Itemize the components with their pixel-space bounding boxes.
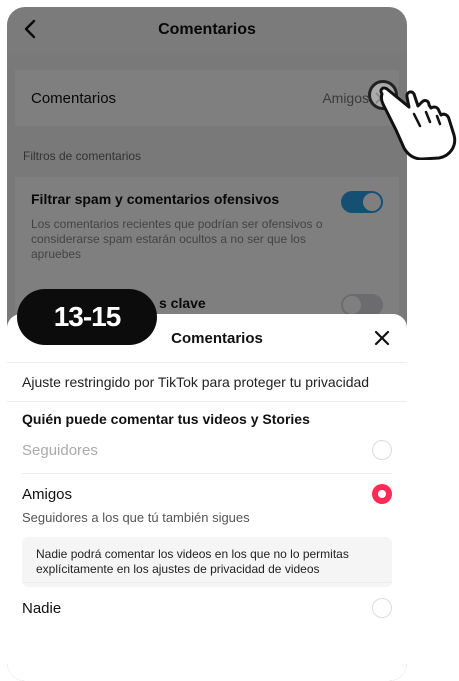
age-range-badge: 13-15 bbox=[17, 289, 157, 345]
option-friends[interactable]: Amigos Seguidores a los que tú también s… bbox=[22, 474, 392, 587]
close-icon[interactable] bbox=[373, 329, 391, 347]
option-followers-label: Seguidores bbox=[22, 441, 98, 459]
radio-followers bbox=[372, 440, 392, 460]
option-nobody-label: Nadie bbox=[22, 599, 62, 617]
friends-info-note: Nadie podrá comentar los videos en los q… bbox=[22, 537, 392, 587]
comments-bottom-sheet: Comentarios Ajuste restringido por TikTo… bbox=[7, 314, 407, 681]
option-friends-label: Amigos bbox=[22, 485, 73, 503]
option-friends-subtitle: Seguidores a los que tú también sigues bbox=[22, 510, 250, 525]
radio-nobody[interactable] bbox=[372, 598, 392, 618]
sheet-title: Comentarios bbox=[171, 329, 263, 347]
radio-friends-selected[interactable] bbox=[372, 484, 392, 504]
restricted-notice: Ajuste restringido por TikTok para prote… bbox=[7, 363, 407, 402]
pointing-hand-icon bbox=[379, 86, 457, 160]
option-nobody[interactable]: Nadie bbox=[22, 582, 392, 633]
option-followers: Seguidores bbox=[22, 427, 392, 474]
who-can-comment-heading: Quién puede comentar tus videos y Storie… bbox=[22, 411, 310, 427]
option-friends-row: Amigos bbox=[22, 474, 392, 514]
